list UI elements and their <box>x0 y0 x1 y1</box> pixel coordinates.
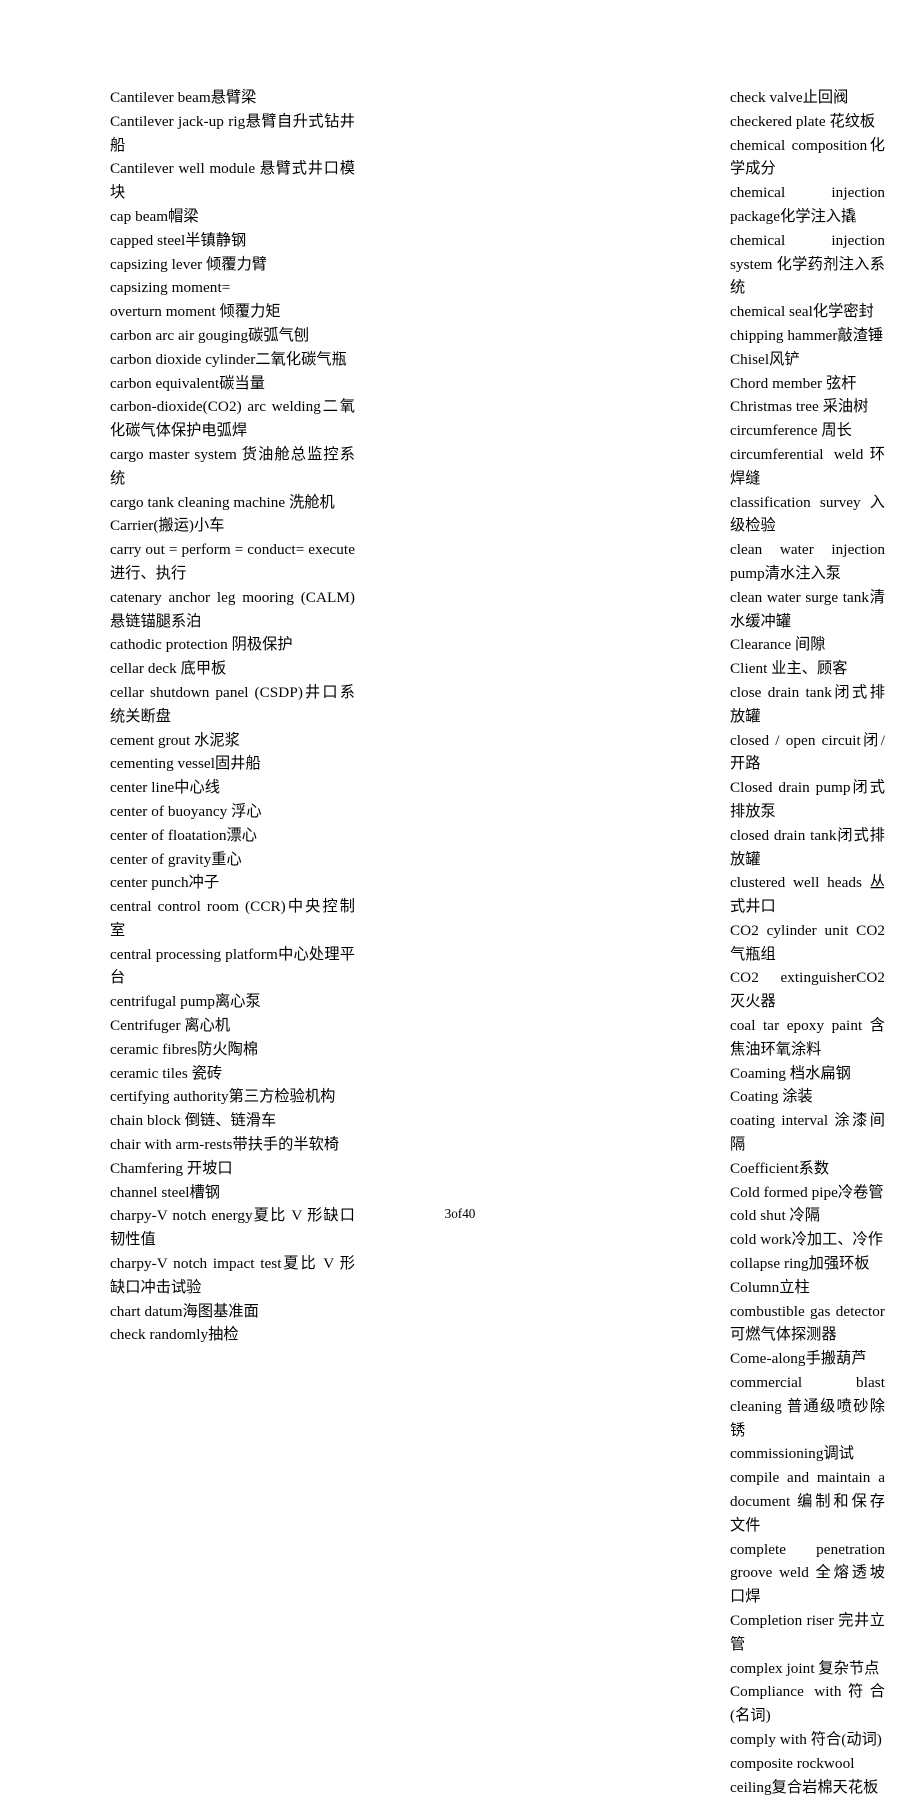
glossary-entry: center line中心线 <box>110 779 220 797</box>
glossary-entry: close drain tank闭式排放罐 <box>730 683 885 725</box>
glossary-entry: central control room (CCR)中央控制室 <box>110 898 355 939</box>
glossary-entry: chemical seal化学密封 <box>730 303 874 321</box>
glossary-entry: carbon dioxide cylinder二氧化碳气瓶 <box>110 350 347 368</box>
glossary-entry: combustible gas detector 可燃气体探测器 <box>730 1302 885 1344</box>
glossary-entry: Coaming 档水扁钢 <box>730 1064 851 1082</box>
glossary-entry: checkered plate 花纹板 <box>730 112 876 130</box>
glossary-entry: Cantilever well module 悬臂式井口模块 <box>110 160 355 202</box>
glossary-entry: compile and maintain a document 编制和保存文件 <box>730 1469 885 1534</box>
glossary-entry: chemical injection system 化学药剂注入系统 <box>730 231 885 297</box>
glossary-entry: clean water surge tank清水缓冲罐 <box>730 588 885 630</box>
glossary-entry: circumference 周长 <box>730 422 852 440</box>
glossary-entry: Cantilever beam悬臂梁 <box>110 89 257 106</box>
glossary-entry: Chamfering 开坡口 <box>110 1159 233 1177</box>
glossary-entry: chain block 倒链、链滑车 <box>110 1112 277 1130</box>
glossary-entry: coating interval 涂漆间隔 <box>730 1112 885 1154</box>
glossary-entry: classification survey 入级检验 <box>730 493 885 535</box>
glossary-entry: cementing vessel固井船 <box>110 755 261 773</box>
glossary-entry: capsizing lever 倾覆力臂 <box>110 255 268 273</box>
glossary-entry: cargo tank cleaning machine 洗舱机 <box>110 493 335 511</box>
glossary-entry: Carrier(搬运)小车 <box>110 517 225 535</box>
glossary-entry: complex joint 复杂节点 <box>730 1659 880 1677</box>
glossary-entry: carbon-dioxide(CO2) arc welding二氧化碳气体保护电… <box>110 398 355 440</box>
glossary-entry: Client 业主、顾客 <box>730 660 848 678</box>
glossary-entry: commissioning调试 <box>730 1445 854 1463</box>
glossary-entry: commercial blast cleaning 普通级喷砂除锈 <box>730 1374 885 1439</box>
glossary-entry: Column立柱 <box>730 1278 810 1296</box>
glossary-entry: CO2 cylinder unit CO2 气瓶组 <box>730 921 885 963</box>
glossary-entry: chair with arm-rests带扶手的半软椅 <box>110 1136 340 1154</box>
glossary-entry: cold work冷加工、冷作 <box>730 1231 884 1249</box>
glossary-entry: check randomly抽检 <box>110 1326 239 1344</box>
glossary-entry: cap beam帽梁 <box>110 207 199 225</box>
glossary-entry: Closed drain pump闭式排放泵 <box>730 779 885 820</box>
glossary-entry: ceramic fibres防火陶棉 <box>110 1040 259 1058</box>
glossary-entry: capsizing moment= <box>110 279 231 297</box>
glossary-entry: collapse ring加强环板 <box>730 1255 870 1273</box>
glossary-entry: Cantilever jack-up rig悬臂自升式钻井船 <box>110 112 355 154</box>
glossary-entry: carry out = perform = conduct= execute 进… <box>110 541 355 582</box>
glossary-entry: Chisel风铲 <box>730 350 800 368</box>
glossary-entry: closed drain tank闭式排放罐 <box>730 826 885 868</box>
glossary-entry: certifying authority第三方检验机构 <box>110 1088 336 1106</box>
glossary-entry: check valve止回阀 <box>730 89 849 106</box>
glossary-entry: complete penetration groove weld 全熔透坡口焊 <box>730 1540 885 1606</box>
glossary-entry: cathodic protection 阴极保护 <box>110 636 293 654</box>
glossary-entry: coal tar epoxy paint 含焦油环氧涂料 <box>730 1017 885 1058</box>
glossary-entry: clustered well heads 丛式井口 <box>730 874 885 916</box>
glossary-entry: composite rockwool ceiling复合岩棉天花板 <box>730 1754 879 1796</box>
glossary-entry: Centrifuger 离心机 <box>110 1017 231 1035</box>
glossary-entry: Come-along手搬葫芦 <box>730 1350 867 1368</box>
glossary-entry: comply with 符合(动词) <box>730 1730 882 1748</box>
glossary-entry: centrifugal pump离心泵 <box>110 993 261 1011</box>
glossary-entry: clean water injection pump清水注入泵 <box>730 541 885 582</box>
glossary-entry: Clearance 间隙 <box>730 636 826 654</box>
document-page: Cantilever beam悬臂梁 Cantilever jack-up ri… <box>0 0 920 1796</box>
glossary-entry: Chord member 弦杆 <box>730 374 857 392</box>
glossary-entry: Christmas tree 采油树 <box>730 398 869 416</box>
glossary-entry: center of gravity重心 <box>110 850 242 868</box>
glossary-entry: Coating 涂装 <box>730 1088 813 1106</box>
glossary-entry: chart datum海图基准面 <box>110 1302 259 1320</box>
glossary-entry: Compliance with符合(名词) <box>730 1683 885 1725</box>
glossary-column-right: check valve止回阀 checkered plate 花纹板 chemi… <box>365 86 920 1799</box>
glossary-columns: Cantilever beam悬臂梁 Cantilever jack-up ri… <box>0 86 920 1799</box>
glossary-column-left: Cantilever beam悬臂梁 Cantilever jack-up ri… <box>0 86 365 1347</box>
glossary-entry: carbon arc air gouging碳弧气刨 <box>110 326 310 344</box>
glossary-entry: closed / open circuit闭/开路 <box>730 731 885 773</box>
glossary-entry: chemical injection package化学注入撬 <box>730 184 885 225</box>
glossary-entry: center of buoyancy 浮心 <box>110 802 262 820</box>
glossary-entry: overturn moment 倾覆力矩 <box>110 303 281 321</box>
glossary-entry: central processing platform中心处理平台 <box>110 945 355 987</box>
glossary-entry: Completion riser 完井立管 <box>730 1612 885 1653</box>
glossary-entry: chemical composition化学成分 <box>730 136 885 178</box>
glossary-entry: circumferential weld环焊缝 <box>730 445 885 487</box>
glossary-entry: CO2 extinguisherCO2 灭火器 <box>730 969 885 1011</box>
glossary-entry: Coefficient系数 <box>730 1159 830 1177</box>
glossary-entry: cellar shutdown panel (CSDP)井口系统关断盘 <box>110 683 355 725</box>
glossary-entry: cargo master system 货油舱总监控系统 <box>110 445 355 487</box>
glossary-entry: ceramic tiles 瓷砖 <box>110 1064 223 1082</box>
glossary-entry: center punch冲子 <box>110 874 220 892</box>
glossary-entry: catenary anchor leg mooring (CALM) 悬链锚腿系… <box>110 588 355 630</box>
page-number-footer: 3of40 <box>444 1206 476 1221</box>
glossary-entry: carbon equivalent碳当量 <box>110 374 265 392</box>
glossary-entry: cement grout 水泥浆 <box>110 731 240 749</box>
glossary-entry: cellar deck 底甲板 <box>110 660 227 678</box>
glossary-entry: chipping hammer敲渣锤 <box>730 326 884 344</box>
glossary-entry: channel steel槽钢 <box>110 1183 220 1201</box>
glossary-entry: charpy-V notch impact test夏比 V 形缺口冲击试验 <box>110 1255 355 1296</box>
glossary-entry: Cold formed pipe冷卷管 <box>730 1183 884 1201</box>
glossary-entry: center of floatation漂心 <box>110 826 258 844</box>
glossary-entry: capped steel半镇静钢 <box>110 231 247 249</box>
